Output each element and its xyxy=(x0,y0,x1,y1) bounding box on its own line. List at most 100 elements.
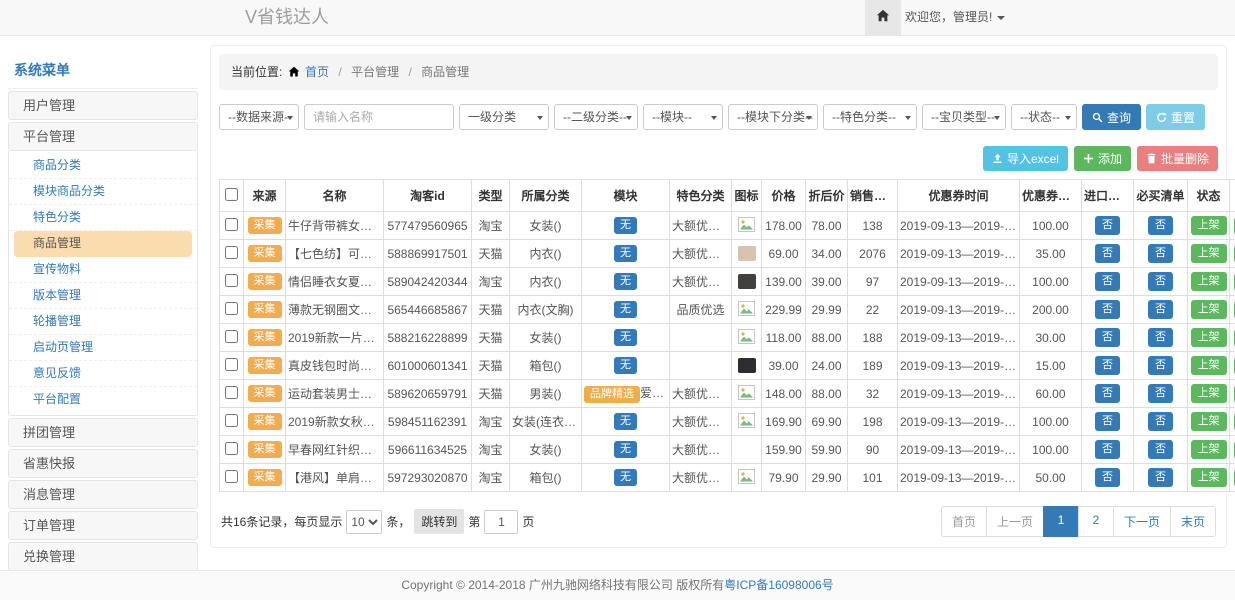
status-badge[interactable]: 上架 xyxy=(1191,412,1227,431)
sidebar-item-商品分类[interactable]: 商品分类 xyxy=(9,153,197,179)
row-checkbox[interactable] xyxy=(225,470,238,483)
discount-price-cell: 88.00 xyxy=(806,380,848,408)
must-buy-toggle[interactable]: 否 xyxy=(1148,244,1173,263)
row-checkbox[interactable] xyxy=(225,358,238,371)
must-buy-toggle[interactable]: 否 xyxy=(1148,356,1173,375)
reset-button[interactable]: 重置 xyxy=(1146,104,1205,130)
query-button[interactable]: 查询 xyxy=(1082,104,1141,130)
status-badge[interactable]: 上架 xyxy=(1191,244,1227,263)
sidebar-group-消息管理[interactable]: 消息管理 xyxy=(8,480,198,509)
jump-button[interactable]: 跳转到 xyxy=(414,509,464,534)
filter-select-module[interactable]: --模块-- xyxy=(643,104,723,130)
badge-采集: 采集 xyxy=(248,441,282,458)
sidebar-group-订单管理[interactable]: 订单管理 xyxy=(8,511,198,540)
sidebar-group-兑换管理[interactable]: 兑换管理 xyxy=(8,542,198,570)
badge-采集: 采集 xyxy=(248,217,282,234)
status-badge[interactable]: 上架 xyxy=(1191,356,1227,375)
filter-select-module-sub-category[interactable]: --模块下分类-- xyxy=(728,104,818,130)
page-button-2[interactable]: 2 xyxy=(1078,506,1114,537)
goto-page-input[interactable] xyxy=(484,510,518,534)
status-badge[interactable]: 上架 xyxy=(1191,272,1227,291)
select-all-checkbox[interactable] xyxy=(225,188,238,201)
row-checkbox[interactable] xyxy=(225,386,238,399)
must-buy-toggle[interactable]: 否 xyxy=(1148,216,1173,235)
import-select-toggle[interactable]: 否 xyxy=(1095,272,1120,291)
feature-cell xyxy=(670,324,732,352)
sidebar-item-特色分类[interactable]: 特色分类 xyxy=(9,205,197,231)
user-menu[interactable]: 欢迎您，管理员! xyxy=(905,0,1005,35)
sidebar-item-启动页管理[interactable]: 启动页管理 xyxy=(9,335,197,361)
sidebar-item-平台配置[interactable]: 平台配置 xyxy=(9,387,197,413)
import-select-toggle[interactable]: 否 xyxy=(1095,216,1120,235)
sidebar-item-模块商品分类[interactable]: 模块商品分类 xyxy=(9,179,197,205)
taoke-id-cell: 589042420344 xyxy=(384,268,472,296)
module-cell: 品牌精选爱上运动 xyxy=(582,380,670,408)
import-select-toggle[interactable]: 否 xyxy=(1095,300,1120,319)
page-button-1[interactable]: 1 xyxy=(1043,506,1079,537)
upload-icon xyxy=(992,153,1003,164)
sidebar-item-轮播管理[interactable]: 轮播管理 xyxy=(9,309,197,335)
status-badge[interactable]: 上架 xyxy=(1191,300,1227,319)
search-name-input[interactable] xyxy=(304,104,454,130)
page-button-下一页[interactable]: 下一页 xyxy=(1113,506,1171,537)
import-select-toggle[interactable]: 否 xyxy=(1095,440,1120,459)
per-page-select[interactable]: 10 xyxy=(346,510,382,534)
reset-label: 重置 xyxy=(1171,109,1195,126)
import-excel-button[interactable]: 导入excel xyxy=(983,146,1068,171)
must-buy-toggle[interactable]: 否 xyxy=(1148,272,1173,291)
import-select-toggle[interactable]: 否 xyxy=(1095,384,1120,403)
status-badge[interactable]: 上架 xyxy=(1191,384,1227,403)
toolbar: 导入excel 添加 批量删除 xyxy=(219,146,1218,171)
status-badge[interactable]: 上架 xyxy=(1191,328,1227,347)
must-buy-toggle[interactable]: 否 xyxy=(1148,468,1173,487)
status-badge[interactable]: 上架 xyxy=(1191,468,1227,487)
filter-select-label: --数据来源-- xyxy=(228,110,292,124)
sidebar-group-平台管理[interactable]: 平台管理 xyxy=(8,122,198,151)
filter-select-status[interactable]: --状态-- xyxy=(1011,104,1077,130)
must-buy-toggle[interactable]: 否 xyxy=(1148,300,1173,319)
must-buy-toggle[interactable]: 否 xyxy=(1148,440,1173,459)
name-cell: 2019新款女秋薄款... xyxy=(286,408,384,436)
sidebar-group-用户管理[interactable]: 用户管理 xyxy=(8,91,198,120)
filter-select-feature-category[interactable]: --特色分类-- xyxy=(823,104,917,130)
filter-select-level1-category[interactable]: 一级分类 xyxy=(459,104,549,130)
must-buy-toggle[interactable]: 否 xyxy=(1148,412,1173,431)
filter-select-level2-category[interactable]: --二级分类-- xyxy=(554,104,638,130)
import-select-toggle[interactable]: 否 xyxy=(1095,412,1120,431)
row-checkbox[interactable] xyxy=(225,330,238,343)
status-badge[interactable]: 上架 xyxy=(1191,216,1227,235)
must-buy-toggle[interactable]: 否 xyxy=(1148,384,1173,403)
must-buy-toggle[interactable]: 否 xyxy=(1148,328,1173,347)
import-select-toggle[interactable]: 否 xyxy=(1095,244,1120,263)
sidebar-item-版本管理[interactable]: 版本管理 xyxy=(9,283,197,309)
sidebar-group-拼团管理[interactable]: 拼团管理 xyxy=(8,418,198,447)
operation-cell xyxy=(1230,380,1235,408)
batch-delete-button[interactable]: 批量删除 xyxy=(1137,146,1218,171)
row-checkbox[interactable] xyxy=(225,274,238,287)
sidebar-item-宣传物料[interactable]: 宣传物料 xyxy=(9,257,197,283)
sidebar-group-省惠快报[interactable]: 省惠快报 xyxy=(8,449,198,478)
home-button[interactable] xyxy=(865,0,901,35)
badge-采集: 采集 xyxy=(248,357,282,374)
filter-select-data-source[interactable]: --数据来源-- xyxy=(219,104,299,130)
import-select-toggle[interactable]: 否 xyxy=(1095,328,1120,347)
import-select-toggle[interactable]: 否 xyxy=(1095,468,1120,487)
page-button-末页[interactable]: 末页 xyxy=(1170,506,1216,537)
status-badge[interactable]: 上架 xyxy=(1191,440,1227,459)
sidebar-item-商品管理[interactable]: 商品管理 xyxy=(14,231,192,257)
icp-link[interactable]: 粤ICP备16098006号 xyxy=(724,578,833,592)
row-checkbox[interactable] xyxy=(225,218,238,231)
row-checkbox[interactable] xyxy=(225,302,238,315)
price-cell: 169.90 xyxy=(762,408,806,436)
import-select-toggle[interactable]: 否 xyxy=(1095,356,1120,375)
filter-select-item-type[interactable]: --宝贝类型-- xyxy=(922,104,1006,130)
row-checkbox[interactable] xyxy=(225,246,238,259)
breadcrumb-home-link[interactable]: 首页 xyxy=(305,65,329,79)
add-button[interactable]: 添加 xyxy=(1074,146,1131,171)
row-checkbox[interactable] xyxy=(225,414,238,427)
row-checkbox[interactable] xyxy=(225,442,238,455)
category-cell: 内衣(文胸) xyxy=(510,296,582,324)
column-header-销售数量: 销售数量 xyxy=(848,180,898,212)
sidebar-item-意见反馈[interactable]: 意见反馈 xyxy=(9,361,197,387)
name-cell: 【七色纺】可爱纯棉家... xyxy=(286,240,384,268)
